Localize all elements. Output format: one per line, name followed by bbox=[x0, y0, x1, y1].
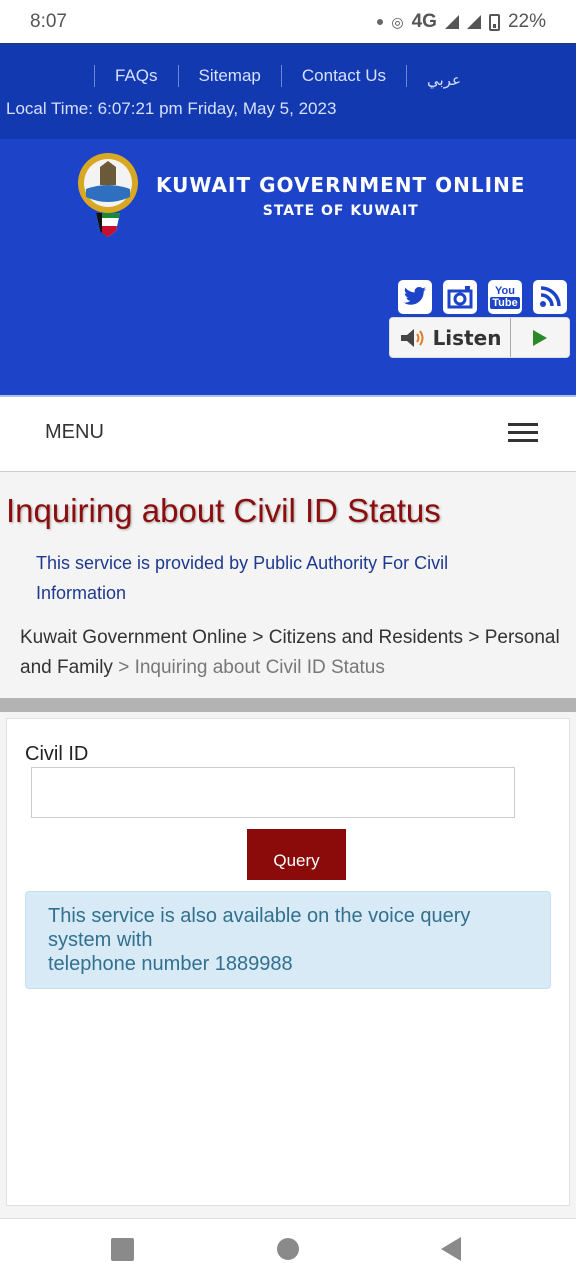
breadcrumb-item-current: Inquiring about Civil ID Status bbox=[134, 657, 385, 678]
status-icons: ◎ 4G 22% bbox=[377, 11, 546, 33]
instagram-icon[interactable] bbox=[443, 280, 477, 314]
site-header: KUWAIT GOVERNMENT ONLINE STATE OF KUWAIT… bbox=[0, 139, 576, 395]
breadcrumb-item-citizens-residents[interactable]: Citizens and Residents bbox=[269, 627, 463, 648]
play-icon bbox=[533, 329, 547, 346]
top-links: FAQs Sitemap Contact Us عربي bbox=[94, 63, 481, 89]
service-provider-note: This service is provided by Public Autho… bbox=[36, 553, 449, 603]
speaker-icon bbox=[400, 328, 424, 347]
arabic-language-link[interactable]: عربي bbox=[407, 71, 481, 89]
hotspot-icon: ◎ bbox=[391, 13, 404, 30]
civil-id-label: Civil ID bbox=[25, 743, 89, 765]
play-button[interactable] bbox=[511, 318, 569, 357]
breadcrumb-separator: > bbox=[463, 627, 485, 648]
breadcrumb-separator: > bbox=[112, 657, 135, 678]
signal-icon bbox=[444, 15, 459, 29]
query-button[interactable]: Query bbox=[247, 829, 346, 880]
listen-label: Listen bbox=[432, 325, 502, 350]
network-type: 4G bbox=[411, 11, 437, 32]
form-section: Civil ID Query This service is also avai… bbox=[0, 712, 576, 1218]
site-subtitle: STATE OF KUWAIT bbox=[262, 203, 419, 219]
page-header-section: Inquiring about Civil ID Status This ser… bbox=[0, 472, 576, 698]
breadcrumb-separator: > bbox=[247, 627, 269, 648]
info-text-line2: telephone number 1889988 bbox=[48, 953, 293, 975]
info-text-line1: This service is also available on the vo… bbox=[48, 905, 471, 951]
youtube-icon[interactable]: You Tube bbox=[488, 280, 522, 314]
section-divider bbox=[0, 698, 576, 712]
recents-icon[interactable] bbox=[111, 1238, 134, 1261]
back-icon[interactable] bbox=[441, 1237, 461, 1261]
listen-widget: Listen bbox=[389, 317, 570, 358]
android-nav-bar bbox=[0, 1218, 576, 1280]
top-links-bar: FAQs Sitemap Contact Us عربي Local Time:… bbox=[0, 43, 576, 139]
signal-icon bbox=[466, 15, 481, 29]
local-time: Local Time: 6:07:21 pm Friday, May 5, 20… bbox=[6, 99, 337, 118]
social-links: You Tube bbox=[398, 280, 567, 314]
sitemap-link[interactable]: Sitemap bbox=[179, 66, 281, 86]
menu-bar[interactable]: MENU bbox=[0, 395, 576, 472]
twitter-icon[interactable] bbox=[398, 280, 432, 314]
contact-us-link[interactable]: Contact Us bbox=[282, 66, 406, 86]
site-title: KUWAIT GOVERNMENT ONLINE bbox=[156, 173, 526, 197]
civil-id-form: Civil ID Query This service is also avai… bbox=[6, 718, 570, 1206]
status-time: 8:07 bbox=[30, 11, 67, 32]
home-icon[interactable] bbox=[277, 1238, 299, 1260]
voice-service-info: This service is also available on the vo… bbox=[25, 891, 551, 989]
breadcrumb-item-home[interactable]: Kuwait Government Online bbox=[20, 627, 247, 648]
status-bar: 8:07 ◎ 4G 22% bbox=[0, 0, 576, 43]
battery-charging-icon bbox=[488, 13, 500, 31]
site-brand[interactable]: KUWAIT GOVERNMENT ONLINE STATE OF KUWAIT bbox=[156, 173, 525, 219]
rss-icon[interactable] bbox=[533, 280, 567, 314]
menu-label: MENU bbox=[45, 421, 104, 443]
listen-button[interactable]: Listen bbox=[390, 318, 511, 357]
kuwait-emblem-icon[interactable] bbox=[72, 151, 144, 237]
breadcrumb: Kuwait Government Online > Citizens and … bbox=[20, 623, 560, 683]
faqs-link[interactable]: FAQs bbox=[95, 66, 178, 86]
civil-id-input[interactable] bbox=[31, 767, 515, 818]
notification-dot-icon bbox=[377, 19, 384, 25]
battery-percent: 22% bbox=[507, 11, 546, 32]
hamburger-menu-icon[interactable] bbox=[508, 423, 538, 447]
page-title: Inquiring about Civil ID Status bbox=[6, 492, 441, 529]
